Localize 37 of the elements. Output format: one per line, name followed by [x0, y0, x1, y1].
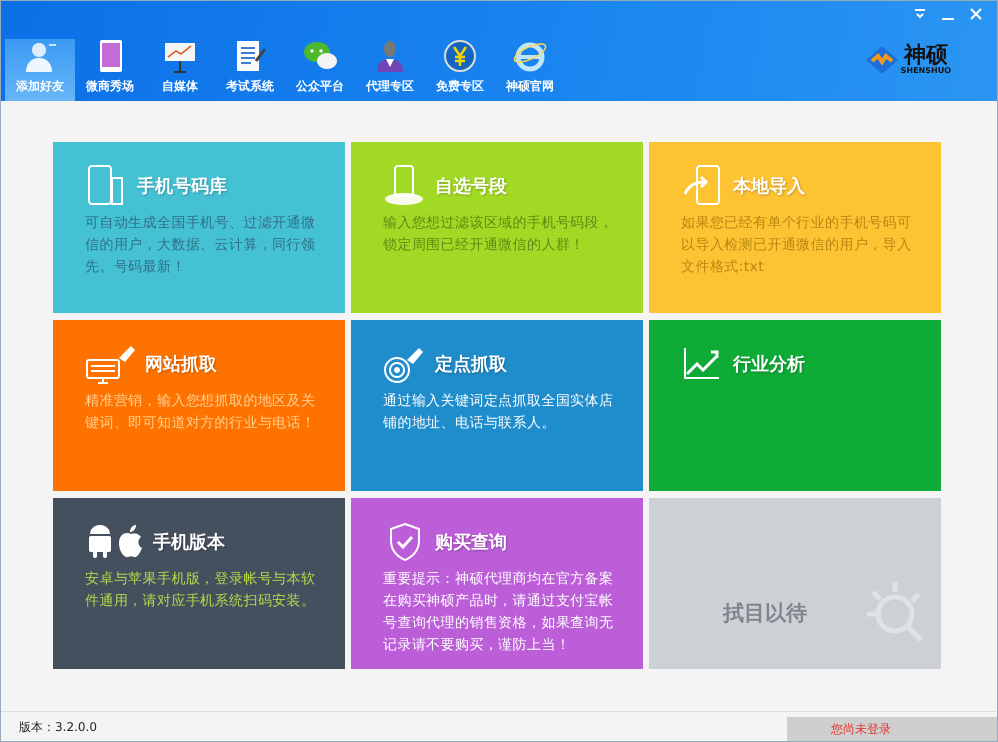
tile-description: 安卓与苹果手机版，登录帐号与本软件通用，请对应手机系统扫码安装。 — [85, 570, 316, 611]
tile-description: 精准营销，输入您想抓取的地区及关键词、即可知道对方的行业与电话！ — [85, 392, 316, 433]
toolbar-tab[interactable]: 微商秀场 — [75, 39, 145, 101]
feature-tile[interactable]: 自选号段 输入您想过滤该区域的手机号码段，锁定周围已经开通微信的人群！ — [351, 142, 643, 313]
toolbar-tab[interactable]: 免费专区 — [425, 39, 495, 101]
toolbar-tab[interactable]: 神硕官网 — [495, 39, 565, 101]
tile-description: 重要提示：神硕代理商均在官方备案在购买神硕产品时，请通过支付宝帐号查询代理的销售资格，如果查询无记录请不要购买，谨防上当！ — [383, 570, 614, 655]
tile-description: 输入您想过滤该区域的手机号码段，锁定周围已经开通微信的人群！ — [383, 214, 614, 255]
logo-subtitle: SHENSHUO — [900, 67, 951, 75]
tile-description: 如果您已经有单个行业的手机号码可以导入检测已开通微信的用户，导入文件格式:txt — [681, 214, 912, 277]
toolbar-tab[interactable]: 添加好友 — [5, 39, 75, 101]
tile-title: 定点抓取 — [435, 352, 507, 376]
feature-tile[interactable]: 购买查询 重要提示：神硕代理商均在官方备案在购买神硕产品时，请通过支付宝帐号查询代理的销售资格，如果查询无记录请不要购买，谨防上当！ — [351, 498, 643, 669]
tile-title: 手机版本 — [153, 530, 225, 554]
version-label: 版本：3.2.0.0 — [19, 718, 97, 736]
tile-title: 本地导入 — [733, 174, 805, 198]
feature-tile[interactable]: 网站抓取 精准营销，输入您想抓取的地区及关键词、即可知道对方的行业与电话！ — [53, 320, 345, 491]
tile-title: 手机号码库 — [137, 174, 227, 198]
toolbar-tab[interactable]: 公众平台 — [285, 39, 355, 101]
feature-tile[interactable]: 手机版本 安卓与苹果手机版，登录帐号与本软件通用，请对应手机系统扫码安装。 — [53, 498, 345, 669]
toolbar-tab[interactable]: 代理专区 — [355, 39, 425, 101]
feature-tile[interactable]: 本地导入 如果您已经有单个行业的手机号码可以导入检测已开通微信的用户，导入文件格式:txt — [649, 142, 941, 313]
tile-description: 可自动生成全国手机号、过滤开通微信的用户，大数据、云计算，同行领先。号码最新！ — [85, 214, 316, 277]
tile-title: 购买查询 — [435, 530, 507, 554]
feature-tile[interactable]: 拭目以待 — [649, 498, 941, 669]
tile-description: 通过输入关键词定点抓取全国实体店铺的地址、电话与联系人。 — [383, 392, 614, 433]
tile-title: 自选号段 — [435, 174, 507, 198]
logo-text: 神硕 — [904, 45, 948, 67]
feature-tile[interactable]: 行业分析 — [649, 320, 941, 491]
toolbar-tab[interactable]: 考试系统 — [215, 39, 285, 101]
feature-tile[interactable]: 定点抓取 通过输入关键词定点抓取全国实体店铺的地址、电话与联系人。 — [351, 320, 643, 491]
tile-title: 行业分析 — [733, 352, 805, 376]
tile-title: 网站抓取 — [145, 352, 217, 376]
feature-tile[interactable]: 手机号码库 可自动生成全国手机号、过滤开通微信的用户，大数据、云计算，同行领先。号码最新！ — [53, 142, 345, 313]
tile-title: 拭目以待 — [723, 600, 807, 627]
toolbar-tab[interactable]: 自媒体 — [145, 39, 215, 101]
login-status[interactable]: 您尚未登录 — [787, 717, 997, 741]
